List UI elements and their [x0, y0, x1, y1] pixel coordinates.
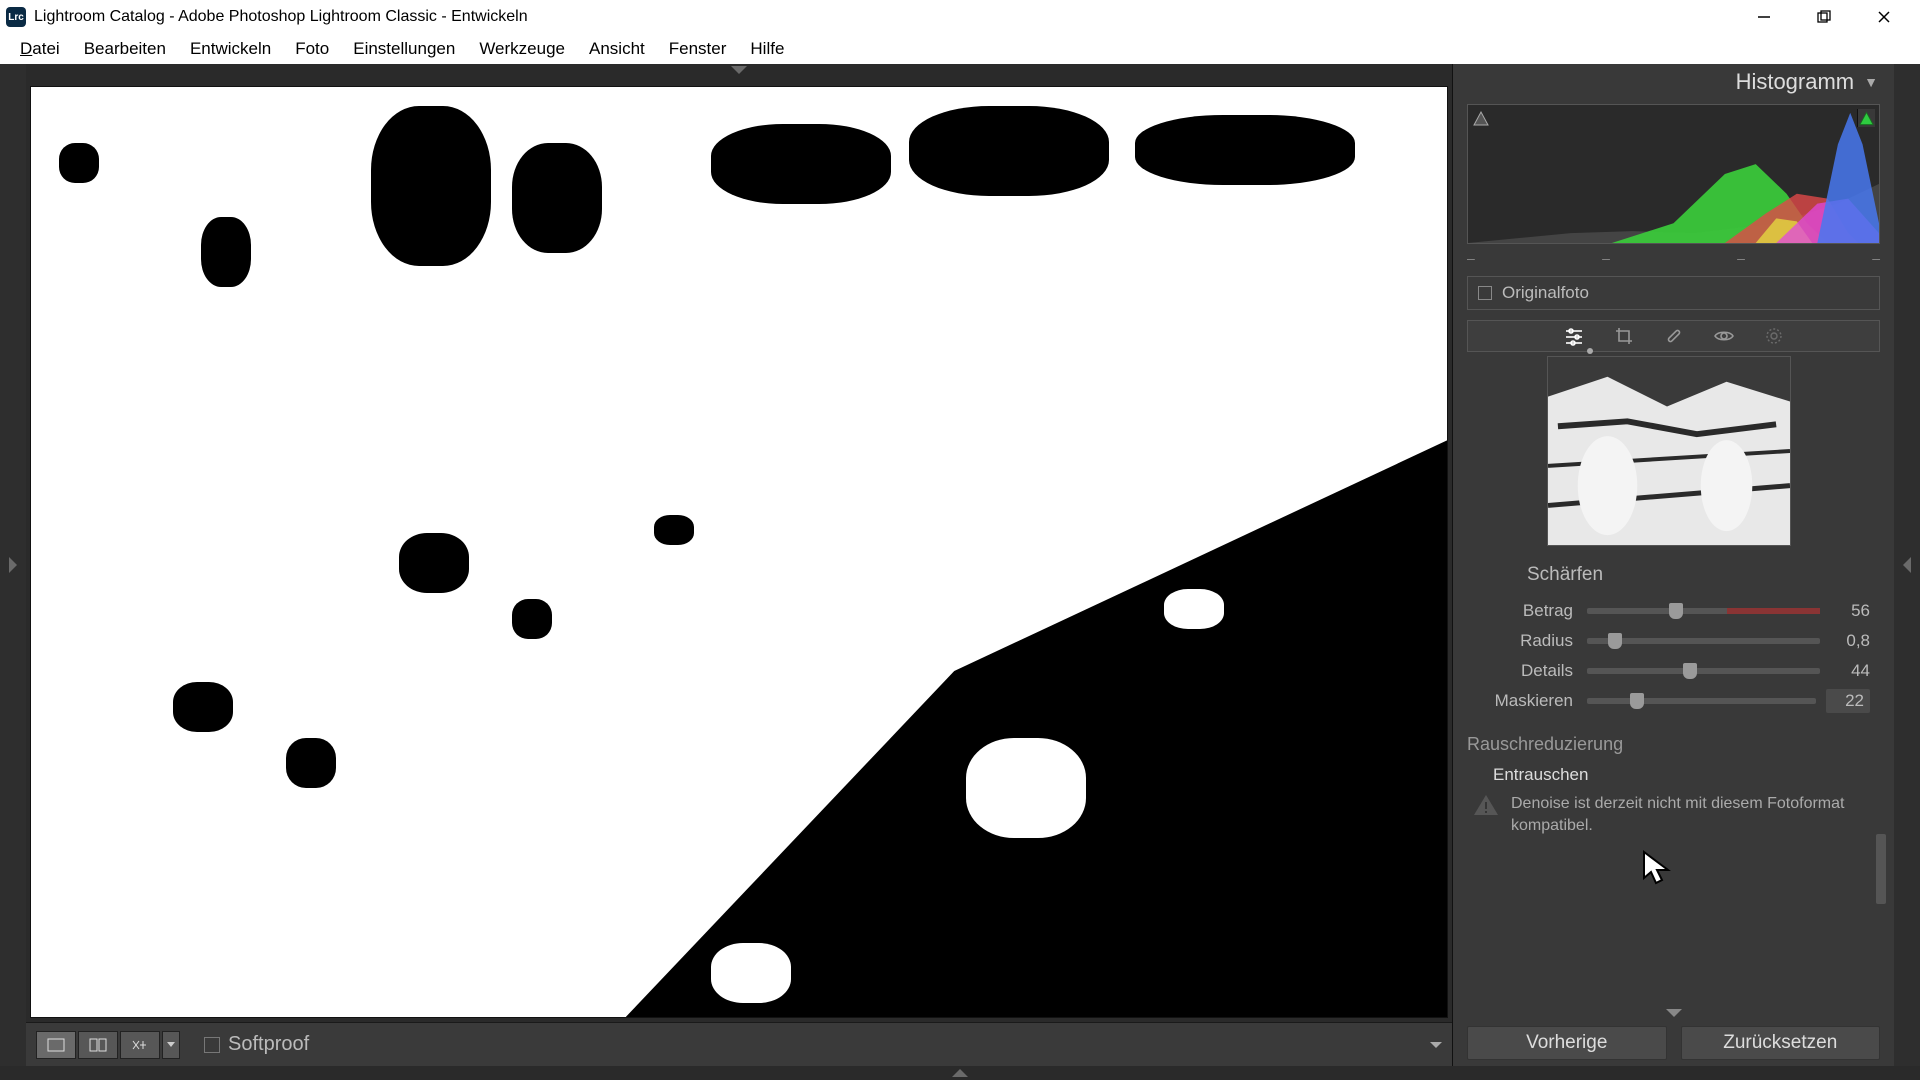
preview-image[interactable]	[30, 86, 1448, 1018]
view-reference-button[interactable]	[120, 1031, 160, 1059]
crop-icon[interactable]	[1613, 325, 1635, 347]
histogram-stats: ––––	[1467, 250, 1880, 266]
filmstrip-toggle[interactable]	[0, 1066, 1920, 1080]
slider-maskieren[interactable]: Maskieren 22	[1467, 686, 1870, 716]
highlight-clip-icon[interactable]	[1857, 109, 1875, 127]
noise-reduction-title: Rauschreduzierung	[1467, 734, 1870, 755]
window-maximize-button[interactable]	[1794, 0, 1854, 34]
app-icon: Lrc	[6, 7, 26, 27]
previous-button[interactable]: Vorherige	[1467, 1026, 1667, 1060]
view-beforeafter-button[interactable]	[78, 1031, 118, 1059]
menu-hilfe[interactable]: Hilfe	[738, 35, 796, 63]
window-minimize-button[interactable]	[1734, 0, 1794, 34]
denoise-warning: Denoise ist derzeit nicht mit diesem Fot…	[1467, 793, 1870, 836]
slider-radius[interactable]: Radius 0,8	[1467, 626, 1870, 656]
menu-datei[interactable]: DDateiatei	[8, 35, 72, 63]
redeye-icon[interactable]	[1713, 325, 1735, 347]
menubar: DDateiatei Bearbeiten Entwickeln Foto Ei…	[0, 34, 1920, 64]
heal-icon[interactable]	[1663, 325, 1685, 347]
warning-icon	[1473, 793, 1499, 817]
window-close-button[interactable]	[1854, 0, 1914, 34]
original-photo-row[interactable]: Originalfoto	[1467, 276, 1880, 310]
top-panel-toggle[interactable]	[26, 64, 1452, 76]
original-photo-checkbox[interactable]	[1478, 286, 1492, 300]
reset-button[interactable]: Zurücksetzen	[1681, 1026, 1881, 1060]
menu-ansicht[interactable]: Ansicht	[577, 35, 657, 63]
original-photo-label: Originalfoto	[1502, 283, 1589, 303]
titlebar: Lrc Lightroom Catalog - Adobe Photoshop …	[0, 0, 1920, 34]
shadow-clip-icon[interactable]	[1472, 109, 1490, 127]
view-mode-dropdown[interactable]	[162, 1031, 180, 1059]
denoise-label: Entrauschen	[1493, 765, 1870, 785]
sharpen-section-title: Schärfen	[1527, 564, 1870, 586]
menu-werkzeuge[interactable]: Werkzeuge	[467, 35, 577, 63]
panel-scrollbar[interactable]	[1874, 352, 1888, 1006]
left-panel-toggle[interactable]	[0, 64, 26, 1066]
menu-entwickeln[interactable]: Entwickeln	[178, 35, 283, 63]
develop-toolstrip	[1467, 320, 1880, 352]
histogram-header[interactable]: Histogramm	[1736, 69, 1855, 95]
softproof-label: Softproof	[228, 1033, 309, 1056]
menu-fenster[interactable]: Fenster	[657, 35, 739, 63]
footer-options-dropdown[interactable]	[1430, 1042, 1442, 1048]
menu-foto[interactable]: Foto	[283, 35, 341, 63]
masking-icon[interactable]	[1763, 325, 1785, 347]
develop-footer: Softproof	[26, 1022, 1452, 1066]
edit-panel-icon[interactable]	[1563, 325, 1585, 347]
right-panel: Histogramm ▼ –––– Origi	[1452, 64, 1894, 1066]
slider-details[interactable]: Details 44	[1467, 656, 1870, 686]
histogram-disclosure-icon[interactable]: ▼	[1864, 74, 1878, 90]
view-loupe-button[interactable]	[36, 1031, 76, 1059]
develop-canvas[interactable]	[26, 76, 1452, 1022]
softproof-toggle[interactable]: Softproof	[204, 1033, 309, 1056]
panel-collapse-toggle[interactable]	[1453, 1006, 1894, 1020]
slider-betrag[interactable]: Betrag 56	[1467, 596, 1870, 626]
right-panel-toggle[interactable]	[1894, 64, 1920, 1066]
window-title: Lightroom Catalog - Adobe Photoshop Ligh…	[34, 8, 528, 26]
histogram-display[interactable]	[1467, 104, 1880, 244]
menu-einstellungen[interactable]: Einstellungen	[341, 35, 467, 63]
detail-preview-thumb[interactable]	[1547, 356, 1791, 546]
softproof-checkbox[interactable]	[204, 1037, 220, 1053]
menu-bearbeiten[interactable]: Bearbeiten	[72, 35, 178, 63]
